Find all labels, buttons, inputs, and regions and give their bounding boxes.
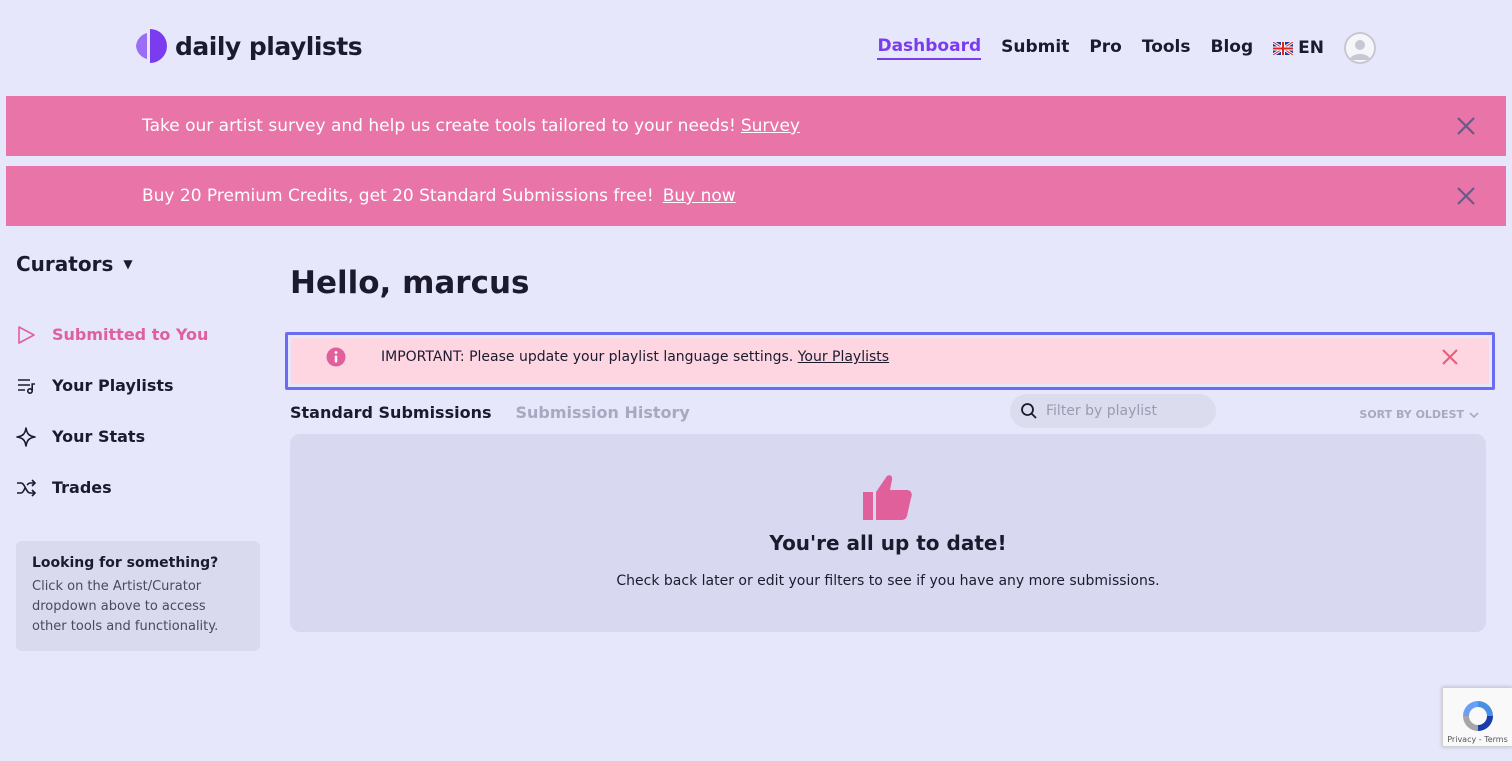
logo-text: daily playlists (175, 31, 363, 61)
playlist-icon (18, 378, 35, 394)
language-selector[interactable]: EN (1273, 38, 1324, 58)
sidebar-item-label: Your Stats (52, 427, 146, 446)
uk-flag-icon (1273, 41, 1294, 55)
nav-pro[interactable]: Pro (1089, 37, 1122, 59)
side-menu: Submitted to You Your Playlists Your Sta… (16, 309, 260, 513)
help-text: Click on the Artist/Curator dropdown abo… (32, 579, 219, 634)
nav-dashboard[interactable]: Dashboard (877, 36, 982, 60)
user-icon (1350, 40, 1370, 60)
language-label: EN (1298, 38, 1324, 58)
sort-label: SORT BY OLDEST (1359, 408, 1464, 421)
search-icon (1021, 403, 1037, 419)
sidebar-item-submitted[interactable]: Submitted to You (16, 309, 260, 360)
survey-banner-text: Take our artist survey and help us creat… (142, 116, 736, 136)
close-icon[interactable] (1456, 116, 1476, 136)
sparkle-icon (16, 426, 36, 447)
empty-text: Check back later or edit your filters to… (616, 573, 1160, 589)
playlist-filter (1010, 394, 1216, 428)
nav-submit[interactable]: Submit (1001, 37, 1069, 59)
survey-link[interactable]: Survey (741, 116, 800, 136)
logo[interactable]: daily playlists (136, 29, 363, 63)
close-icon[interactable] (1441, 348, 1459, 366)
role-dropdown[interactable]: Curators ▼ (16, 250, 260, 278)
role-label: Curators (16, 252, 114, 276)
thumbs-up-icon (863, 475, 912, 520)
recaptcha-badge[interactable]: Privacy - Terms (1442, 687, 1512, 747)
caret-down-icon: ▼ (123, 257, 133, 271)
empty-state: You're all up to date! Check back later … (290, 434, 1486, 632)
help-title: Looking for something? (32, 555, 219, 571)
recaptcha-icon (1463, 701, 1493, 731)
nav-blog[interactable]: Blog (1211, 37, 1254, 59)
sidebar-item-trades[interactable]: Trades (16, 462, 260, 513)
notice-body: IMPORTANT: Please update your playlist l… (291, 338, 1489, 384)
tab-submission-history[interactable]: Submission History (515, 403, 689, 422)
close-icon[interactable] (1456, 186, 1476, 206)
help-box: Looking for something? Click on the Arti… (16, 541, 260, 651)
survey-banner: Take our artist survey and help us creat… (6, 96, 1506, 156)
credits-banner-text: Buy 20 Premium Credits, get 20 Standard … (142, 186, 654, 206)
notice-message: IMPORTANT: Please update your playlist l… (381, 349, 889, 365)
sort-dropdown[interactable]: SORT BY OLDEST (1359, 408, 1480, 421)
recaptcha-terms[interactable]: Privacy - Terms (1443, 735, 1512, 744)
sidebar: Curators ▼ Submitted to You Your Playlis… (16, 250, 260, 651)
your-playlists-link[interactable]: Your Playlists (798, 349, 889, 365)
sidebar-item-label: Submitted to You (52, 325, 209, 344)
info-icon (326, 347, 346, 367)
chevron-down-icon (1469, 411, 1479, 418)
filter-input[interactable] (1046, 403, 1206, 419)
buy-now-link[interactable]: Buy now (663, 186, 736, 206)
sidebar-item-stats[interactable]: Your Stats (16, 411, 260, 462)
sidebar-item-label: Trades (52, 478, 112, 497)
submission-tabs: Standard Submissions Submission History (290, 403, 690, 422)
header: daily playlists Dashboard Submit Pro Too… (0, 0, 1512, 96)
play-icon (18, 325, 35, 344)
main-nav: Dashboard Submit Pro Tools Blog EN (877, 31, 1376, 65)
avatar[interactable] (1344, 32, 1376, 64)
sidebar-item-playlists[interactable]: Your Playlists (16, 360, 260, 411)
notice-text: IMPORTANT: Please update your playlist l… (381, 349, 794, 365)
credits-banner: Buy 20 Premium Credits, get 20 Standard … (6, 166, 1506, 226)
shuffle-icon (17, 478, 36, 497)
logo-icon (136, 29, 167, 63)
sidebar-item-label: Your Playlists (52, 376, 174, 395)
page-title: Hello, marcus (290, 265, 530, 301)
important-notice: IMPORTANT: Please update your playlist l… (285, 332, 1495, 390)
nav-tools[interactable]: Tools (1142, 37, 1191, 59)
tab-standard-submissions[interactable]: Standard Submissions (290, 403, 491, 422)
empty-title: You're all up to date! (769, 531, 1007, 555)
